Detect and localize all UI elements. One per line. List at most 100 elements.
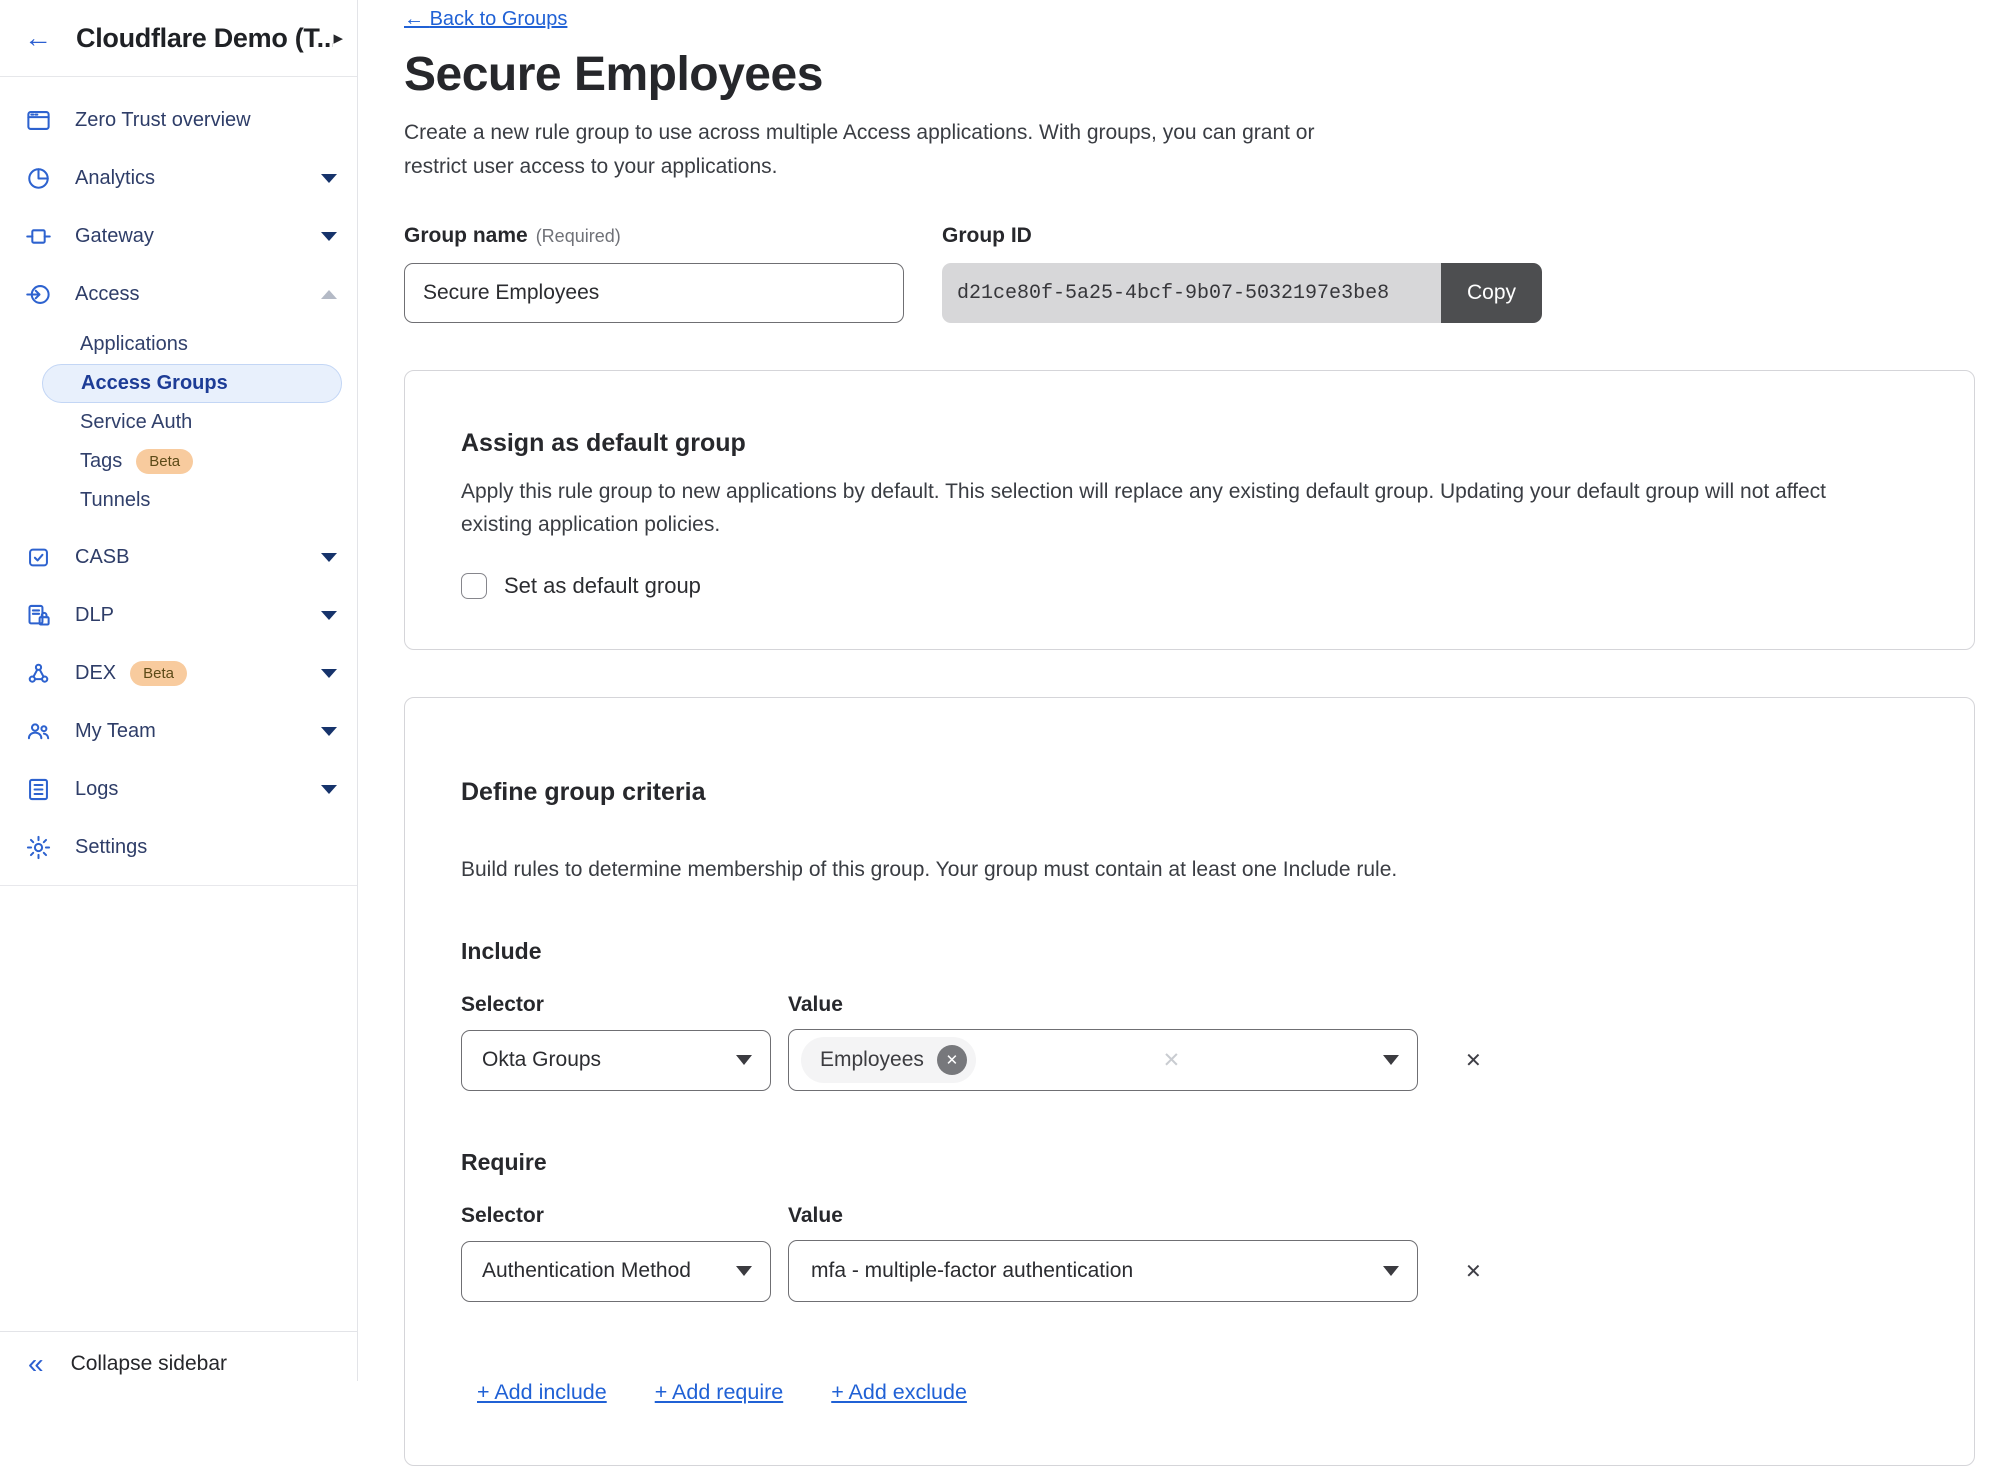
set-default-group-label: Set as default group xyxy=(504,573,701,599)
chevron-down-icon xyxy=(1383,1055,1399,1065)
default-group-description: Apply this rule group to new application… xyxy=(461,475,1881,541)
zero-trust-overview-icon xyxy=(25,107,52,134)
group-name-label: Group name xyxy=(404,224,528,247)
sidebar-item-logs[interactable]: Logs xyxy=(0,760,357,818)
include-rule-row: Okta Groups Employees ✕ ✕ ✕ xyxy=(461,1029,1918,1091)
beta-badge: Beta xyxy=(136,449,193,474)
page-subtitle: Create a new rule group to use across mu… xyxy=(404,116,1379,184)
chevron-down-icon[interactable] xyxy=(321,611,337,620)
set-default-group-checkbox[interactable] xyxy=(461,573,487,599)
clear-values-icon[interactable]: ✕ xyxy=(1163,1048,1181,1073)
sidebar-item-label: DLP xyxy=(75,604,114,627)
back-arrow-icon[interactable]: ← xyxy=(24,24,52,52)
default-group-card: Assign as default group Apply this rule … xyxy=(404,370,1975,650)
sidebar-item-dlp[interactable]: DLP xyxy=(0,586,357,644)
account-switcher[interactable]: ← Cloudflare Demo (T... ▸ xyxy=(0,0,357,77)
require-value-dropdown[interactable]: mfa - multiple-factor authentication xyxy=(788,1240,1418,1302)
sidebar-item-gateway[interactable]: Gateway xyxy=(0,207,357,265)
include-heading: Include xyxy=(461,938,1918,965)
require-selector-dropdown[interactable]: Authentication Method xyxy=(461,1241,771,1302)
sidebar-item-dex[interactable]: DEX Beta xyxy=(0,644,357,702)
sidebar-item-label: My Team xyxy=(75,720,156,743)
include-value-multiselect[interactable]: Employees ✕ ✕ xyxy=(788,1029,1418,1091)
analytics-icon xyxy=(25,165,52,192)
require-heading: Require xyxy=(461,1149,1918,1176)
sidebar-nav: Zero Trust overview Analytics Gateway Ac… xyxy=(0,77,357,886)
sidebar-item-label: Logs xyxy=(75,778,118,801)
criteria-card: Define group criteria Build rules to det… xyxy=(404,697,1975,1466)
add-include-link[interactable]: + Add include xyxy=(477,1380,607,1405)
chevron-down-icon[interactable] xyxy=(321,727,337,736)
dex-icon xyxy=(25,660,52,687)
sidebar-item-service-auth[interactable]: Service Auth xyxy=(42,403,342,442)
account-name: Cloudflare Demo (T... xyxy=(76,23,333,54)
chevron-down-icon[interactable] xyxy=(321,232,337,241)
chevron-down-icon xyxy=(736,1266,752,1276)
set-default-group-row[interactable]: Set as default group xyxy=(461,573,1918,599)
sidebar-item-label: Zero Trust overview xyxy=(75,109,251,132)
sidebar-item-label: DEX xyxy=(75,662,116,685)
logs-icon xyxy=(25,776,52,803)
require-rule-row: Authentication Method mfa - multiple-fac… xyxy=(461,1240,1918,1302)
expand-account-icon[interactable]: ▸ xyxy=(333,27,343,50)
group-id-label: Group ID xyxy=(942,224,1542,248)
sidebar: ← Cloudflare Demo (T... ▸ Zero Trust ove… xyxy=(0,0,358,1381)
sidebar-item-applications[interactable]: Applications xyxy=(42,325,342,364)
sidebar-item-analytics[interactable]: Analytics xyxy=(0,149,357,207)
require-value-label: Value xyxy=(788,1204,1418,1228)
default-group-heading: Assign as default group xyxy=(461,429,1918,458)
sidebar-item-settings[interactable]: Settings xyxy=(0,818,357,876)
beta-badge: Beta xyxy=(130,661,187,686)
require-selector-label: Selector xyxy=(461,1204,771,1228)
require-labels-row: Selector Value xyxy=(461,1204,1918,1228)
rule-actions-row: + Add include + Add require + Add exclud… xyxy=(461,1380,1918,1405)
sidebar-item-zero-trust-overview[interactable]: Zero Trust overview xyxy=(0,91,357,149)
sidebar-item-label: CASB xyxy=(75,546,129,569)
sidebar-item-label: Analytics xyxy=(75,167,155,190)
chevron-up-icon[interactable] xyxy=(321,290,337,299)
sidebar-item-label: Access xyxy=(75,283,139,306)
criteria-heading: Define group criteria xyxy=(461,778,1918,807)
group-id-value: d21ce80f-5a25-4bcf-9b07-5032197e3be8 xyxy=(942,263,1441,323)
sidebar-item-access[interactable]: Access xyxy=(0,265,357,323)
back-to-groups-link[interactable]: ← Back to Groups xyxy=(404,8,567,31)
add-exclude-link[interactable]: + Add exclude xyxy=(831,1380,967,1405)
dlp-icon xyxy=(25,602,52,629)
access-subnav: Applications Access Groups Service Auth … xyxy=(0,323,357,528)
sidebar-item-label: Gateway xyxy=(75,225,154,248)
value-tag: Employees ✕ xyxy=(801,1037,976,1083)
sidebar-item-my-team[interactable]: My Team xyxy=(0,702,357,760)
add-require-link[interactable]: + Add require xyxy=(655,1380,784,1405)
settings-icon xyxy=(25,834,52,861)
chevron-down-icon xyxy=(1383,1266,1399,1276)
chevron-down-icon xyxy=(736,1055,752,1065)
include-selector-label: Selector xyxy=(461,993,771,1017)
my-team-icon xyxy=(25,718,52,745)
gateway-icon xyxy=(25,223,52,250)
remove-require-rule-icon[interactable]: ✕ xyxy=(1465,1259,1482,1284)
remove-include-rule-icon[interactable]: ✕ xyxy=(1465,1048,1482,1073)
chevron-down-icon[interactable] xyxy=(321,785,337,794)
criteria-description: Build rules to determine membership of t… xyxy=(461,853,1918,886)
chevron-down-icon[interactable] xyxy=(321,669,337,678)
sidebar-item-label: Settings xyxy=(75,836,147,859)
required-hint: (Required) xyxy=(536,226,621,246)
chevron-down-icon[interactable] xyxy=(321,174,337,183)
sidebar-item-tags[interactable]: Tags Beta xyxy=(42,442,342,481)
remove-tag-icon[interactable]: ✕ xyxy=(937,1045,967,1075)
sidebar-item-tunnels[interactable]: Tunnels xyxy=(42,481,342,520)
back-arrow-icon: ← xyxy=(404,8,424,30)
access-icon xyxy=(25,281,52,308)
include-selector-dropdown[interactable]: Okta Groups xyxy=(461,1030,771,1091)
casb-icon xyxy=(25,544,52,571)
page-title: Secure Employees xyxy=(404,47,1975,102)
collapse-sidebar-button[interactable]: « Collapse sidebar xyxy=(0,1331,357,1381)
group-name-input[interactable] xyxy=(404,263,904,323)
group-meta-row: Group name (Required) Group ID d21ce80f-5… xyxy=(404,224,1975,323)
copy-button[interactable]: Copy xyxy=(1441,263,1542,323)
sidebar-item-casb[interactable]: CASB xyxy=(0,528,357,586)
sidebar-item-access-groups[interactable]: Access Groups xyxy=(42,364,342,403)
main-content: ← Back to Groups Secure Employees Create… xyxy=(358,0,1999,1381)
collapse-chevrons-icon: « xyxy=(28,1350,44,1378)
chevron-down-icon[interactable] xyxy=(321,553,337,562)
